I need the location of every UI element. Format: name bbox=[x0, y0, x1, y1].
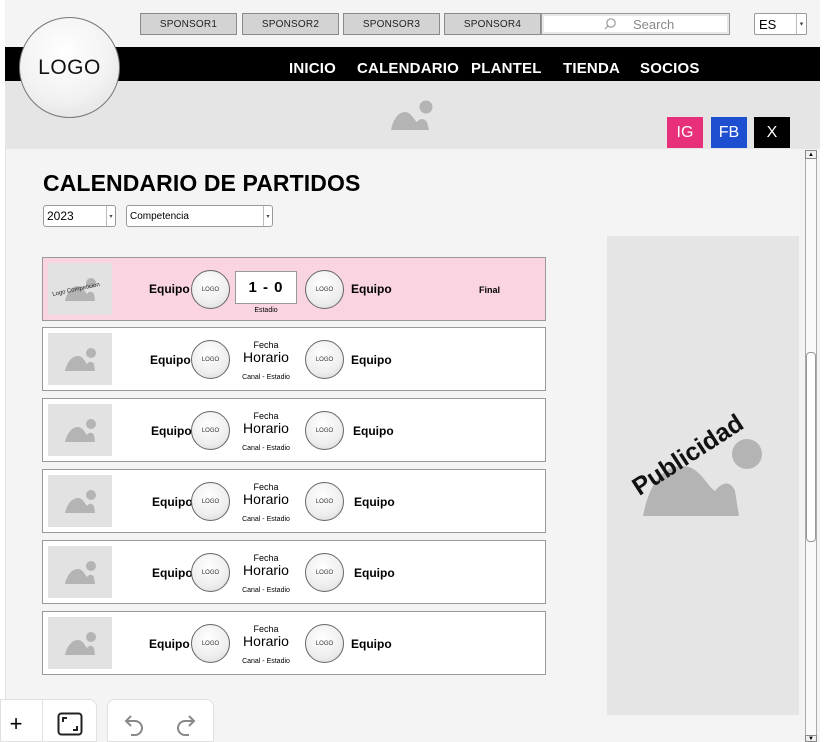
match-row[interactable]: Logo Competicion Equipo LOGO 1 - 0 Estadio Fi… bbox=[42, 257, 546, 321]
away-team-name[interactable]: Equipo bbox=[354, 566, 395, 580]
nav-item-socios[interactable]: SOCIOS bbox=[640, 60, 700, 77]
competition-thumbnail bbox=[48, 546, 112, 598]
nav-item-calendario[interactable]: CALENDARIO bbox=[357, 60, 459, 77]
image-placeholder-icon bbox=[65, 490, 96, 513]
chevron-down-icon: ▾ bbox=[263, 206, 272, 226]
competition-thumbnail: Logo Competicion bbox=[48, 263, 112, 315]
home-team-name[interactable]: Equipo bbox=[152, 495, 193, 509]
chevron-down-icon: ▾ bbox=[796, 14, 806, 34]
search-placeholder: Search bbox=[633, 16, 675, 32]
match-time: Horario bbox=[243, 562, 289, 578]
away-team-name[interactable]: Equipo bbox=[351, 637, 392, 651]
language-select[interactable]: ES ▾ bbox=[754, 13, 807, 35]
away-team-logo[interactable]: LOGO bbox=[305, 340, 344, 379]
sponsor-4-button[interactable]: SPONSOR4 bbox=[444, 13, 541, 35]
match-row[interactable]: Equipo LOGO Fecha Horario Canal - Estadio LOG… bbox=[42, 327, 546, 391]
home-team-name[interactable]: Equipo bbox=[149, 282, 190, 296]
instagram-button[interactable]: IG bbox=[667, 117, 703, 148]
match-time: Horario bbox=[243, 420, 289, 436]
match-time: Horario bbox=[243, 633, 289, 649]
plus-icon[interactable]: + bbox=[4, 711, 28, 736]
competition-value: Competencia bbox=[130, 210, 189, 222]
home-team-logo[interactable]: LOGO bbox=[191, 624, 230, 663]
search-input[interactable]: Search bbox=[541, 13, 730, 35]
away-team-name[interactable]: Equipo bbox=[353, 424, 394, 438]
home-team-logo[interactable]: LOGO bbox=[191, 482, 230, 521]
channel-venue-label: Canal - Estadio bbox=[242, 658, 290, 665]
channel-venue-label: Canal - Estadio bbox=[242, 587, 290, 594]
facebook-button[interactable]: FB bbox=[711, 117, 747, 148]
nav-item-plantel[interactable]: PLANTEL bbox=[471, 60, 542, 77]
home-team-logo[interactable]: LOGO bbox=[191, 411, 230, 450]
competition-thumbnail bbox=[48, 475, 112, 527]
fit-screen-icon[interactable] bbox=[56, 711, 84, 737]
main-nav: INICIO CALENDARIO PLANTEL TIENDA SOCIOS bbox=[5, 47, 820, 81]
competition-select[interactable]: Competencia ▾ bbox=[126, 205, 273, 227]
ad-panel[interactable]: Publicidad bbox=[607, 236, 799, 715]
nav-item-tienda[interactable]: TIENDA bbox=[563, 60, 620, 77]
competition-thumbnail bbox=[48, 617, 112, 669]
search-icon bbox=[604, 18, 616, 30]
match-row[interactable]: Equipo LOGO Fecha Horario Canal - Estadio LOG… bbox=[42, 611, 546, 675]
away-team-name[interactable]: Equipo bbox=[351, 353, 392, 367]
chevron-down-icon: ▾ bbox=[106, 206, 115, 226]
sponsor-3-button[interactable]: SPONSOR3 bbox=[343, 13, 440, 35]
competition-thumbnail bbox=[48, 404, 112, 456]
match-row[interactable]: Equipo LOGO Fecha Horario Canal - Estadio LOG… bbox=[42, 469, 546, 533]
sponsor-2-button[interactable]: SPONSOR2 bbox=[242, 13, 339, 35]
away-team-logo[interactable]: LOGO bbox=[305, 624, 344, 663]
match-status: Final bbox=[479, 285, 501, 295]
match-time: Horario bbox=[243, 349, 289, 365]
away-team-logo[interactable]: LOGO bbox=[305, 270, 344, 309]
scroll-up-icon[interactable]: ▲ bbox=[805, 150, 817, 159]
away-team-name[interactable]: Equipo bbox=[354, 495, 395, 509]
home-team-logo[interactable]: LOGO bbox=[191, 270, 230, 309]
image-placeholder-icon bbox=[65, 561, 96, 584]
redo-icon[interactable] bbox=[174, 711, 198, 737]
club-logo[interactable]: LOGO bbox=[19, 17, 120, 118]
match-row[interactable]: Equipo LOGO Fecha Horario Canal - Estadio LOG… bbox=[42, 398, 546, 462]
page-title: CALENDARIO DE PARTIDOS bbox=[43, 170, 361, 196]
nav-item-inicio[interactable]: INICIO bbox=[289, 60, 336, 77]
year-value: 2023 bbox=[47, 209, 74, 223]
score-display: 1 - 0 bbox=[235, 271, 297, 304]
match-row[interactable]: Equipo LOGO Fecha Horario Canal - Estadio LOG… bbox=[42, 540, 546, 604]
undo-icon[interactable] bbox=[122, 711, 146, 737]
image-placeholder-icon bbox=[65, 419, 96, 442]
image-placeholder-icon bbox=[65, 632, 96, 655]
image-placeholder-icon bbox=[391, 100, 433, 130]
away-team-logo[interactable]: LOGO bbox=[305, 553, 344, 592]
away-team-logo[interactable]: LOGO bbox=[305, 482, 344, 521]
sponsor-1-button[interactable]: SPONSOR1 bbox=[140, 13, 237, 35]
channel-venue-label: Canal - Estadio bbox=[242, 516, 290, 523]
home-team-name[interactable]: Equipo bbox=[149, 637, 190, 651]
competition-thumbnail bbox=[48, 333, 112, 385]
away-team-logo[interactable]: LOGO bbox=[305, 411, 344, 450]
home-team-logo[interactable]: LOGO bbox=[191, 340, 230, 379]
channel-venue-label: Canal - Estadio bbox=[242, 374, 290, 381]
home-team-name[interactable]: Equipo bbox=[150, 353, 191, 367]
match-time: Horario bbox=[243, 491, 289, 507]
x-button[interactable]: X bbox=[754, 117, 790, 148]
away-team-name[interactable]: Equipo bbox=[351, 282, 392, 296]
scroll-down-icon[interactable]: ▼ bbox=[805, 735, 817, 742]
language-value: ES bbox=[759, 16, 777, 32]
scrollbar-thumb[interactable] bbox=[806, 352, 816, 542]
home-team-name[interactable]: Equipo bbox=[152, 566, 193, 580]
venue-label: Estadio bbox=[254, 307, 278, 314]
year-select[interactable]: 2023 ▾ bbox=[43, 205, 116, 227]
image-placeholder-icon bbox=[65, 348, 96, 371]
toolbar-divider bbox=[42, 699, 43, 742]
home-team-logo[interactable]: LOGO bbox=[191, 553, 230, 592]
home-team-name[interactable]: Equipo bbox=[151, 424, 192, 438]
channel-venue-label: Canal - Estadio bbox=[242, 445, 290, 452]
